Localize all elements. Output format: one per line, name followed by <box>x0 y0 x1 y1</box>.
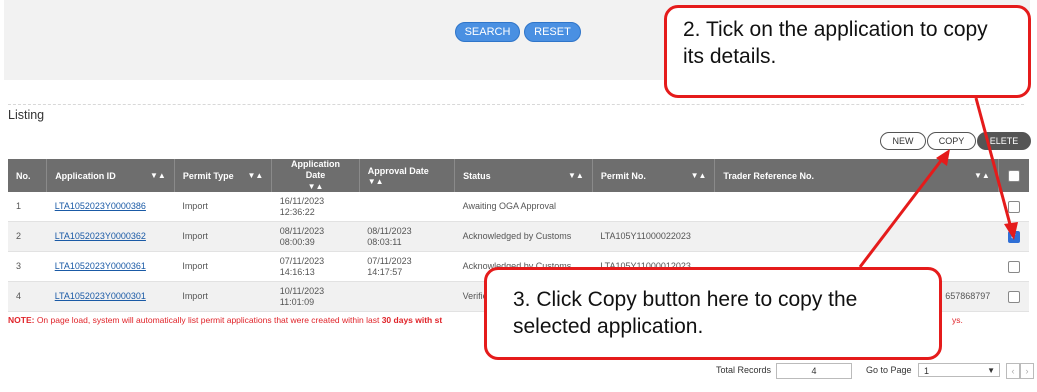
arrow-to-checkbox <box>974 97 1013 229</box>
callout-tick: 2. Tick on the application to copy its d… <box>664 5 1031 98</box>
arrowhead <box>1004 222 1018 240</box>
callout-copy: 3. Click Copy button here to copy the se… <box>484 267 942 360</box>
arrow-to-copy <box>858 157 945 268</box>
